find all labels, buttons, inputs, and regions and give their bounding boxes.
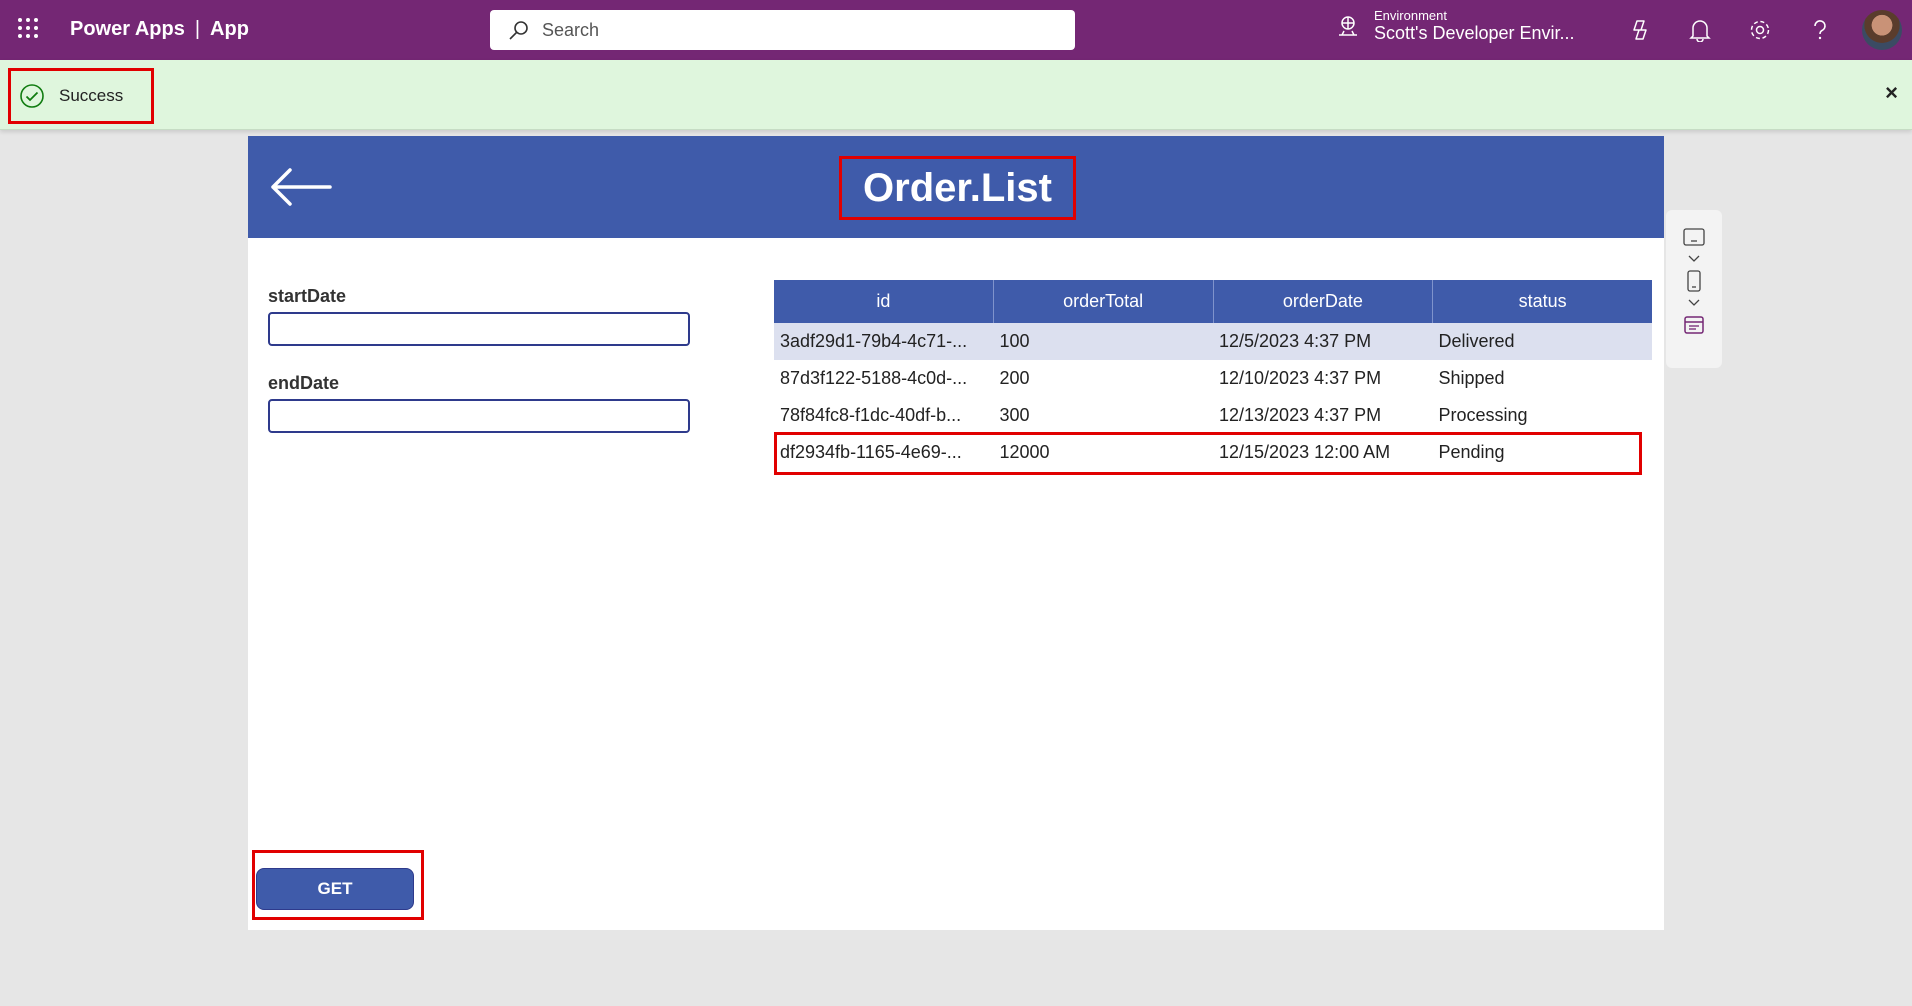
page-title: Order.List (863, 165, 1052, 210)
cell-status: Processing (1438, 405, 1528, 425)
end-date-label: endDate (268, 373, 340, 393)
cell-status: Pending (1438, 442, 1505, 462)
avatar[interactable] (1862, 10, 1902, 50)
copilot-icon[interactable] (1626, 16, 1654, 44)
table-header: id orderTotal orderDate status (774, 280, 1652, 323)
cell-order-date: 12/10/2023 4:37 PM (1219, 368, 1382, 388)
environment-icon (1339, 16, 1357, 36)
environment-picker[interactable]: Environment Scott's Developer Envir... (1336, 8, 1575, 44)
data-panel-icon[interactable] (1679, 314, 1709, 336)
table-row[interactable]: df2934fb-1165-4e69-... 12000 12/15/2023 … (774, 434, 1652, 471)
back-arrow-icon[interactable] (268, 166, 334, 208)
column-header-status[interactable]: status (1433, 280, 1652, 323)
start-date-label: startDate (268, 286, 347, 306)
cell-order-total: 300 (999, 405, 1030, 425)
chevron-down-icon[interactable] (1684, 252, 1704, 266)
search-icon (509, 21, 528, 40)
notification-bar: Success × (0, 60, 1912, 130)
cell-order-date: 12/13/2023 4:37 PM (1219, 405, 1382, 425)
column-header-id[interactable]: id (774, 280, 994, 323)
check-circle-icon (20, 84, 44, 108)
success-text: Success (59, 86, 124, 105)
brand-name[interactable]: Power Apps (70, 18, 185, 41)
column-header-order-date[interactable]: orderDate (1214, 280, 1434, 323)
title-highlight: Order.List (839, 156, 1076, 220)
get-button[interactable]: GET (256, 868, 414, 910)
app-canvas: Order.List startDate endDate id orderTot… (248, 136, 1664, 930)
gear-icon[interactable] (1746, 16, 1774, 44)
close-icon[interactable]: × (1885, 80, 1898, 106)
column-header-order-total[interactable]: orderTotal (994, 280, 1214, 323)
orders-table: id orderTotal orderDate status 3adf29d1-… (774, 280, 1652, 471)
cell-order-total: 12000 (999, 442, 1050, 462)
environment-label: Environment (1374, 8, 1447, 23)
chevron-down-icon[interactable] (1684, 296, 1704, 310)
cell-id: df2934fb-1165-4e69-... (780, 442, 962, 462)
search-box[interactable]: Search (490, 10, 1075, 50)
environment-name: Scott's Developer Envir... (1374, 23, 1575, 43)
bell-icon[interactable] (1686, 16, 1714, 44)
help-icon[interactable] (1806, 16, 1834, 44)
start-date-input[interactable] (268, 312, 690, 346)
tablet-icon[interactable] (1679, 226, 1709, 248)
cell-order-date: 12/5/2023 4:37 PM (1219, 331, 1372, 351)
cell-order-total: 200 (999, 368, 1030, 388)
table-row[interactable]: 87d3f122-5188-4c0d-... 200 12/10/2023 4:… (774, 360, 1652, 397)
cell-id: 87d3f122-5188-4c0d-... (780, 368, 968, 388)
cell-order-total: 100 (999, 331, 1030, 351)
brand: Power Apps | App (70, 18, 249, 41)
cell-id: 78f84fc8-f1dc-40df-b... (780, 405, 962, 425)
table-row[interactable]: 3adf29d1-79b4-4c71-... 100 12/5/2023 4:3… (774, 323, 1652, 360)
cell-status: Delivered (1438, 331, 1515, 351)
cell-status: Shipped (1438, 368, 1505, 388)
search-placeholder: Search (542, 19, 600, 40)
success-message: Success (8, 68, 154, 124)
waffle-icon[interactable] (18, 18, 40, 40)
end-date-input[interactable] (268, 399, 690, 433)
app-name[interactable]: App (210, 18, 249, 41)
cell-id: 3adf29d1-79b4-4c71-... (780, 331, 968, 351)
side-panel (1666, 210, 1722, 368)
cell-order-date: 12/15/2023 12:00 AM (1219, 442, 1391, 462)
brand-separator: | (194, 18, 201, 40)
table-row[interactable]: 78f84fc8-f1dc-40df-b... 300 12/13/2023 4… (774, 397, 1652, 434)
phone-icon[interactable] (1679, 270, 1709, 292)
top-bar: Power Apps | App Search Environment Scot… (0, 0, 1912, 60)
app-header: Order.List (248, 136, 1664, 238)
